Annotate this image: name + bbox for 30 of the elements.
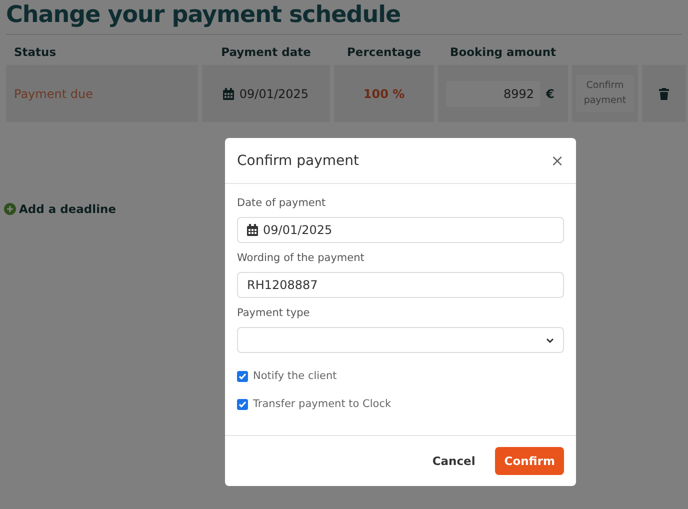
- text-field[interactable]: RH1208887: [237, 272, 564, 298]
- trash-icon[interactable]: [659, 88, 669, 100]
- cancel-button[interactable]: Cancel: [426, 453, 482, 469]
- dialog-title: Confirm payment: [237, 152, 359, 168]
- field-label: Payment type: [237, 307, 311, 319]
- chevron-down-icon: [546, 338, 554, 342]
- calendar-icon: [223, 88, 234, 100]
- checkbox[interactable]: [237, 370, 248, 382]
- column-header: Booking amount: [448, 45, 558, 61]
- column-header: Status: [13, 45, 58, 61]
- page-title: Change your payment schedule: [6, 2, 402, 28]
- add-deadline-link[interactable]: Add a deadline: [19, 202, 116, 216]
- date-field[interactable]: 09/01/2025: [237, 217, 564, 243]
- payment-date: 09/01/2025: [239, 86, 309, 100]
- field-label: Wording of the payment: [237, 252, 366, 264]
- percentage-value: 100 %: [363, 86, 405, 100]
- checkbox-label: Notify the client: [253, 370, 337, 382]
- plus-circle-icon[interactable]: [4, 203, 16, 215]
- select-field[interactable]: [237, 327, 564, 353]
- close-button[interactable]: ×: [550, 151, 564, 170]
- column-header: Payment date: [220, 45, 312, 61]
- column-header: Percentage: [346, 45, 422, 61]
- checkbox[interactable]: [237, 398, 248, 410]
- field-label: Date of payment: [237, 197, 327, 209]
- confirm-button[interactable]: Confirm: [495, 447, 564, 475]
- checkbox-label: Transfer payment to Clock: [253, 398, 392, 410]
- calendar-icon: [247, 224, 258, 236]
- amount-field[interactable]: 8992: [446, 80, 540, 106]
- currency-label: €: [546, 86, 554, 100]
- status-text: Payment due: [13, 86, 93, 100]
